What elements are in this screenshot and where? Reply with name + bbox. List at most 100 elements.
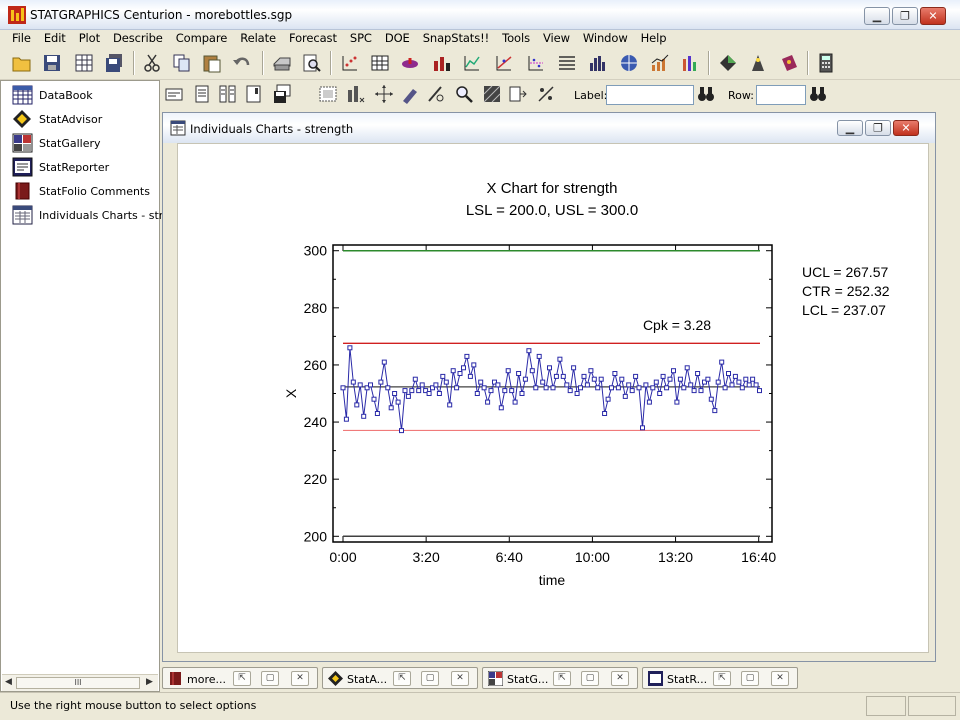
- bar-chart-icon[interactable]: [432, 53, 452, 73]
- task-close-button[interactable]: ✕: [611, 671, 629, 686]
- menu-describe[interactable]: Describe: [107, 30, 170, 46]
- task-maximize-button[interactable]: ▢: [741, 671, 759, 686]
- y-tick-label: 260: [304, 357, 328, 373]
- menu-file[interactable]: File: [6, 30, 38, 46]
- task-restore-button[interactable]: ⇱: [713, 671, 731, 686]
- print-preview-icon[interactable]: [302, 53, 322, 73]
- label-input[interactable]: [606, 85, 694, 105]
- navigator-item-individuals-charts[interactable]: Individuals Charts - streng: [12, 205, 184, 225]
- wizard-icon[interactable]: [748, 53, 768, 73]
- statgraphics-logo-icon[interactable]: [8, 6, 26, 24]
- column-chart-icon[interactable]: [680, 53, 700, 73]
- task-close-button[interactable]: ✕: [451, 671, 469, 686]
- data-point: [660, 373, 666, 379]
- data-point: [519, 391, 525, 396]
- task-close-button[interactable]: ✕: [771, 671, 789, 686]
- undo-icon[interactable]: [232, 53, 252, 73]
- paste-icon[interactable]: [202, 53, 222, 73]
- menu-snapstats[interactable]: SnapStats!!: [417, 30, 496, 46]
- layout-icon[interactable]: [346, 84, 366, 104]
- task-maximize-button[interactable]: ▢: [261, 671, 279, 686]
- line-chart-icon[interactable]: [462, 53, 482, 73]
- palette-icon[interactable]: [779, 53, 799, 73]
- minimize-button[interactable]: ▁: [864, 7, 890, 25]
- menu-window[interactable]: Window: [577, 30, 635, 46]
- close-button[interactable]: ✕: [920, 7, 946, 25]
- menu-view[interactable]: View: [537, 30, 577, 46]
- binoculars-icon[interactable]: [696, 84, 716, 104]
- save-icon[interactable]: [42, 53, 62, 73]
- copy-icon[interactable]: [172, 53, 192, 73]
- navigator-item-databook[interactable]: DataBook: [12, 85, 93, 105]
- diamond-icon[interactable]: [718, 53, 738, 73]
- child-minimize-button[interactable]: ▁: [837, 120, 863, 136]
- scatter-chart-icon[interactable]: [340, 53, 360, 73]
- trend-chart-icon[interactable]: [650, 53, 670, 73]
- task-maximize-button[interactable]: ▢: [581, 671, 599, 686]
- menu-relate[interactable]: Relate: [234, 30, 283, 46]
- pane-options-icon[interactable]: [244, 84, 264, 104]
- zoom-icon[interactable]: [454, 84, 474, 104]
- navigator-item-statreporter[interactable]: StatReporter: [12, 157, 109, 177]
- scrollbar-thumb[interactable]: III: [16, 677, 140, 689]
- task-window-button[interactable]: StatG... ⇱ ▢ ✕: [482, 667, 638, 689]
- pie-icon[interactable]: [400, 53, 420, 73]
- analysis-options-icon[interactable]: [164, 84, 184, 104]
- menu-plot[interactable]: Plot: [73, 30, 107, 46]
- menu-spc[interactable]: SPC: [344, 30, 379, 46]
- task-close-button[interactable]: ✕: [291, 671, 309, 686]
- child-close-button[interactable]: ✕: [893, 120, 919, 136]
- save-results-icon[interactable]: [272, 84, 292, 104]
- globe-icon[interactable]: [619, 53, 639, 73]
- locate-icon[interactable]: [508, 84, 528, 104]
- menu-forecast[interactable]: Forecast: [283, 30, 344, 46]
- datasheet-icon[interactable]: [74, 53, 94, 73]
- graph-options-icon[interactable]: [318, 84, 338, 104]
- save-all-icon[interactable]: [104, 53, 124, 73]
- residual-plot-icon[interactable]: [526, 53, 546, 73]
- data-point: [405, 393, 411, 399]
- maximize-button[interactable]: ❐: [892, 7, 918, 25]
- task-window-button[interactable]: StatA... ⇱ ▢ ✕: [322, 667, 478, 689]
- histogram-icon[interactable]: [588, 53, 608, 73]
- menu-doe[interactable]: DOE: [379, 30, 417, 46]
- analysis-window-titlebar[interactable]: Individuals Charts - strength ▁ ❐ ✕: [163, 113, 935, 143]
- list-icon[interactable]: [557, 53, 577, 73]
- calculator-icon[interactable]: [816, 53, 836, 73]
- hatch-icon[interactable]: [482, 84, 502, 104]
- navigator-item-statfolio-comments[interactable]: StatFolio Comments: [12, 181, 150, 201]
- data-point: [574, 391, 580, 396]
- navigator-horizontal-scrollbar[interactable]: ◀ III ▶: [2, 674, 158, 691]
- table-icon[interactable]: [370, 53, 390, 73]
- task-maximize-button[interactable]: ▢: [421, 671, 439, 686]
- columns-icon[interactable]: [218, 84, 238, 104]
- menu-help[interactable]: Help: [635, 30, 674, 46]
- exclude-icon[interactable]: [536, 84, 556, 104]
- binoculars-icon[interactable]: [808, 84, 828, 104]
- task-window-button[interactable]: more... ⇱ ▢ ✕: [162, 667, 318, 689]
- task-restore-button[interactable]: ⇱: [233, 671, 251, 686]
- row-input[interactable]: [756, 85, 806, 105]
- scroll-left-icon[interactable]: ◀: [5, 677, 12, 687]
- jitter-icon[interactable]: [426, 84, 446, 104]
- task-restore-button[interactable]: ⇱: [393, 671, 411, 686]
- move-icon[interactable]: [374, 84, 394, 104]
- x-chart[interactable]: X Chart for strength LSL = 200.0, USL = 3…: [178, 144, 928, 652]
- regression-icon[interactable]: [494, 53, 514, 73]
- data-point: [381, 359, 387, 365]
- tables-graphs-icon[interactable]: [192, 84, 212, 104]
- print-icon[interactable]: [272, 53, 292, 73]
- menu-tools[interactable]: Tools: [496, 30, 537, 46]
- menu-compare[interactable]: Compare: [170, 30, 234, 46]
- cut-icon[interactable]: [142, 53, 162, 73]
- brush-icon[interactable]: [400, 84, 420, 104]
- navigator-item-statadvisor[interactable]: StatAdvisor: [12, 109, 102, 129]
- scroll-right-icon[interactable]: ▶: [146, 677, 153, 687]
- menu-edit[interactable]: Edit: [38, 30, 73, 46]
- navigator-item-statgallery[interactable]: StatGallery: [12, 133, 101, 153]
- task-window-button[interactable]: StatR... ⇱ ▢ ✕: [642, 667, 798, 689]
- task-restore-button[interactable]: ⇱: [553, 671, 571, 686]
- child-maximize-button[interactable]: ❐: [865, 120, 891, 136]
- chart-pane[interactable]: X Chart for strength LSL = 200.0, USL = 3…: [177, 143, 929, 653]
- open-folder-icon[interactable]: [12, 53, 32, 73]
